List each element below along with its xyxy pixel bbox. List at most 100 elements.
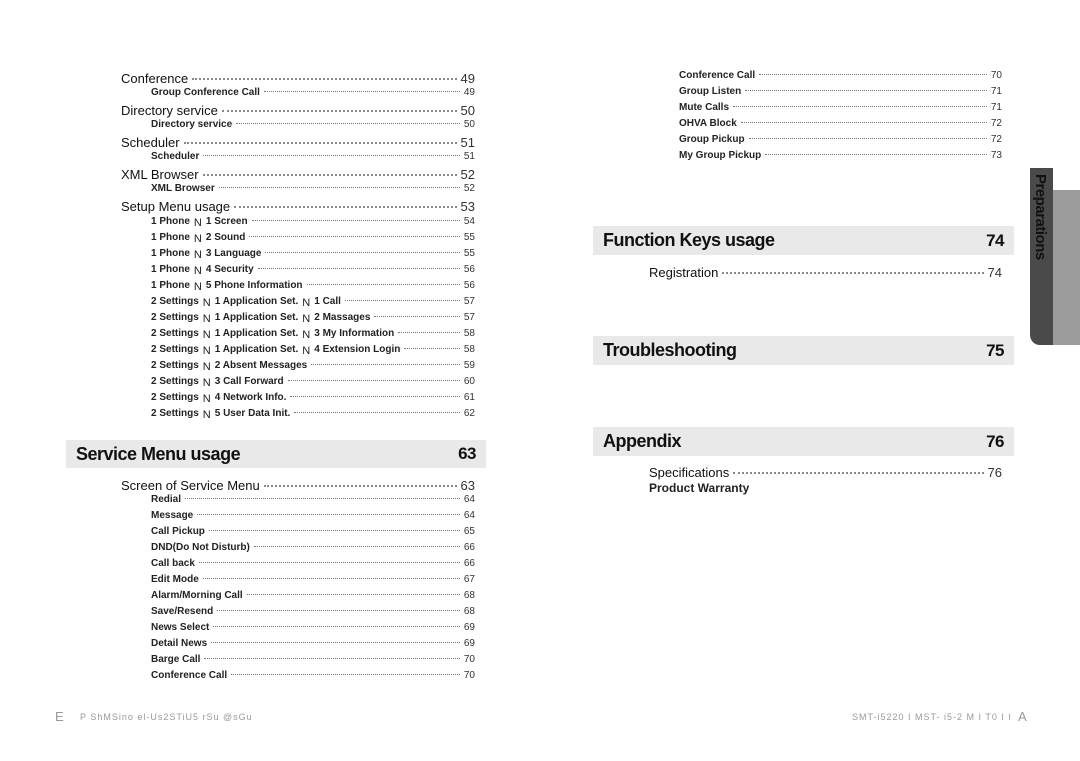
dot-leader [202,174,457,176]
toc-entry[interactable]: Conference Call 70 [679,70,1002,86]
section-header-troubleshooting[interactable]: Troubleshooting 75 [593,336,1014,365]
entry-page: 68 [463,590,475,601]
toc-entry[interactable]: 1 Phone N 3 Language 55 [121,247,475,263]
toc-entry[interactable]: OHVA Block 72 [679,118,1002,134]
toc-entry[interactable]: XML Browser 52 [121,183,475,199]
toc-entry[interactable]: Group Listen 71 [679,86,1002,102]
entry-page: 68 [463,606,475,617]
toc-entry[interactable]: 2 Settings N 2 Absent Messages 59 [121,359,475,375]
dot-leader [249,236,460,237]
toc-entry[interactable]: 2 Settings N 1 Application Set. N 1 Call 57 [121,295,475,311]
dot-leader [765,154,987,155]
toc-entry[interactable]: 2 Settings N 5 User Data Init. 62 [121,407,475,423]
section-header-service-menu[interactable]: Service Menu usage 63 [66,440,486,468]
toc-entry[interactable]: Alarm/Morning Call 68 [121,590,475,606]
dot-leader [211,642,460,643]
toc-entry[interactable]: XML Browser 52 [121,167,475,183]
dot-leader [253,546,460,547]
entry-page: 56 [463,264,475,275]
toc-entry[interactable]: 2 Settings N 1 Application Set. N 4 Extensio… [121,343,475,359]
dot-leader [257,268,460,269]
toc-entry[interactable]: My Group Pickup 73 [679,150,1002,166]
arrow-icon: N [202,329,211,341]
entry-title-part: 1 Phone [151,232,190,243]
entry-page: 51 [463,151,475,162]
toc-entry[interactable]: Call Pickup 65 [121,526,475,542]
appendix-list: Specifications 76 Product Warranty [649,465,1002,497]
entry-page: 70 [463,654,475,665]
toc-entry[interactable]: Scheduler 51 [121,151,475,167]
entry-title: 2 Settings N 1 Application Set. N 2 Massages [151,311,370,325]
entry-page: 65 [463,526,475,537]
arrow-icon: N [302,329,311,341]
entry-page: 55 [463,248,475,259]
toc-entry[interactable]: Barge Call 70 [121,654,475,670]
entry-title-part: 4 Extension Login [314,344,401,355]
entry-page: 62 [463,408,475,419]
toc-entry[interactable]: Setup Menu usage 53 [121,199,475,215]
entry-title-part: 3 My Information [314,328,395,339]
entry-title: 2 Settings N 3 Call Forward [151,375,284,389]
toc-entry[interactable]: 1 Phone N 4 Security 56 [121,263,475,279]
toc-entry[interactable]: Edit Mode 67 [121,574,475,590]
toc-entry[interactable]: Screen of Service Menu 63 [121,478,475,494]
toc-entry[interactable]: Mute Calls 71 [679,102,1002,118]
entry-title: News Select [151,622,210,633]
section-header-appendix[interactable]: Appendix 76 [593,427,1014,456]
entry-page: 58 [463,344,475,355]
footer-left-text: P ShMSino el-Us2STiU5 rSu @sGu [80,712,253,722]
dot-leader [287,380,460,381]
entry-page: 52 [463,183,475,194]
toc-entry[interactable]: Redial 64 [121,494,475,510]
toc-entry[interactable]: 1 Phone N 5 Phone Information 56 [121,279,475,295]
toc-entry[interactable]: Conference 49 [121,71,475,87]
toc-entry[interactable]: News Select 69 [121,622,475,638]
toc-entry[interactable]: Message 64 [121,510,475,526]
dot-leader [733,106,987,107]
entry-page: 64 [463,510,475,521]
section-page: 75 [986,340,1004,360]
toc-entry[interactable]: Detail News 69 [121,638,475,654]
toc-entry[interactable]: Group Conference Call 49 [121,87,475,103]
toc-entry[interactable]: Directory service 50 [121,119,475,135]
section-title: Function Keys usage [603,230,775,250]
dot-leader [217,610,460,611]
arrow-icon: N [202,313,211,325]
entry-title: Call back [151,558,195,569]
toc-entry[interactable]: 2 Settings N 1 Application Set. N 3 My Infor… [121,327,475,343]
toc-entry[interactable]: 2 Settings N 1 Application Set. N 2 Massages… [121,311,475,327]
entry-title-part: 1 Call [314,296,341,307]
entry-title: 1 Phone N 5 Phone Information [151,279,303,293]
dot-leader [263,485,457,487]
toc-entry[interactable]: DND(Do Not Disturb) 66 [121,542,475,558]
entry-page: 50 [460,103,475,118]
toc-entry[interactable]: 2 Settings N 3 Call Forward 60 [121,375,475,391]
section-header-function-keys[interactable]: Function Keys usage 74 [593,226,1014,255]
entry-title-part: 4 Security [205,264,254,275]
side-tab-preparations[interactable]: Preparations [1030,168,1053,345]
entry-title-part: 1 Application Set. [214,296,299,307]
arrow-icon: N [202,345,211,357]
dot-leader [236,123,460,124]
arrow-icon: N [302,297,311,309]
toc-entry[interactable]: Registration 74 [649,265,1002,281]
dot-leader [311,364,460,365]
entry-title-part: 3 Call Forward [214,376,284,387]
toc-entry[interactable]: 1 Phone N 1 Screen 54 [121,215,475,231]
section-page: 63 [458,444,476,463]
toc-entry[interactable]: Product Warranty [649,481,1002,497]
dot-leader [251,220,460,221]
toc-entry[interactable]: 1 Phone N 2 Sound 55 [121,231,475,247]
toc-entry[interactable]: 2 Settings N 4 Network Info. 61 [121,391,475,407]
entry-title-part: 2 Settings [151,328,199,339]
entry-page: 69 [463,622,475,633]
toc-entry[interactable]: Specifications 76 [649,465,1002,481]
toc-entry[interactable]: Scheduler 51 [121,135,475,151]
entry-page: 70 [463,670,475,681]
toc-entry[interactable]: Conference Call 70 [121,670,475,686]
toc-entry[interactable]: Call back 66 [121,558,475,574]
toc-entry[interactable]: Save/Resend 68 [121,606,475,622]
entry-page: 57 [463,296,475,307]
toc-entry[interactable]: Directory service 50 [121,103,475,119]
toc-entry[interactable]: Group Pickup 72 [679,134,1002,150]
